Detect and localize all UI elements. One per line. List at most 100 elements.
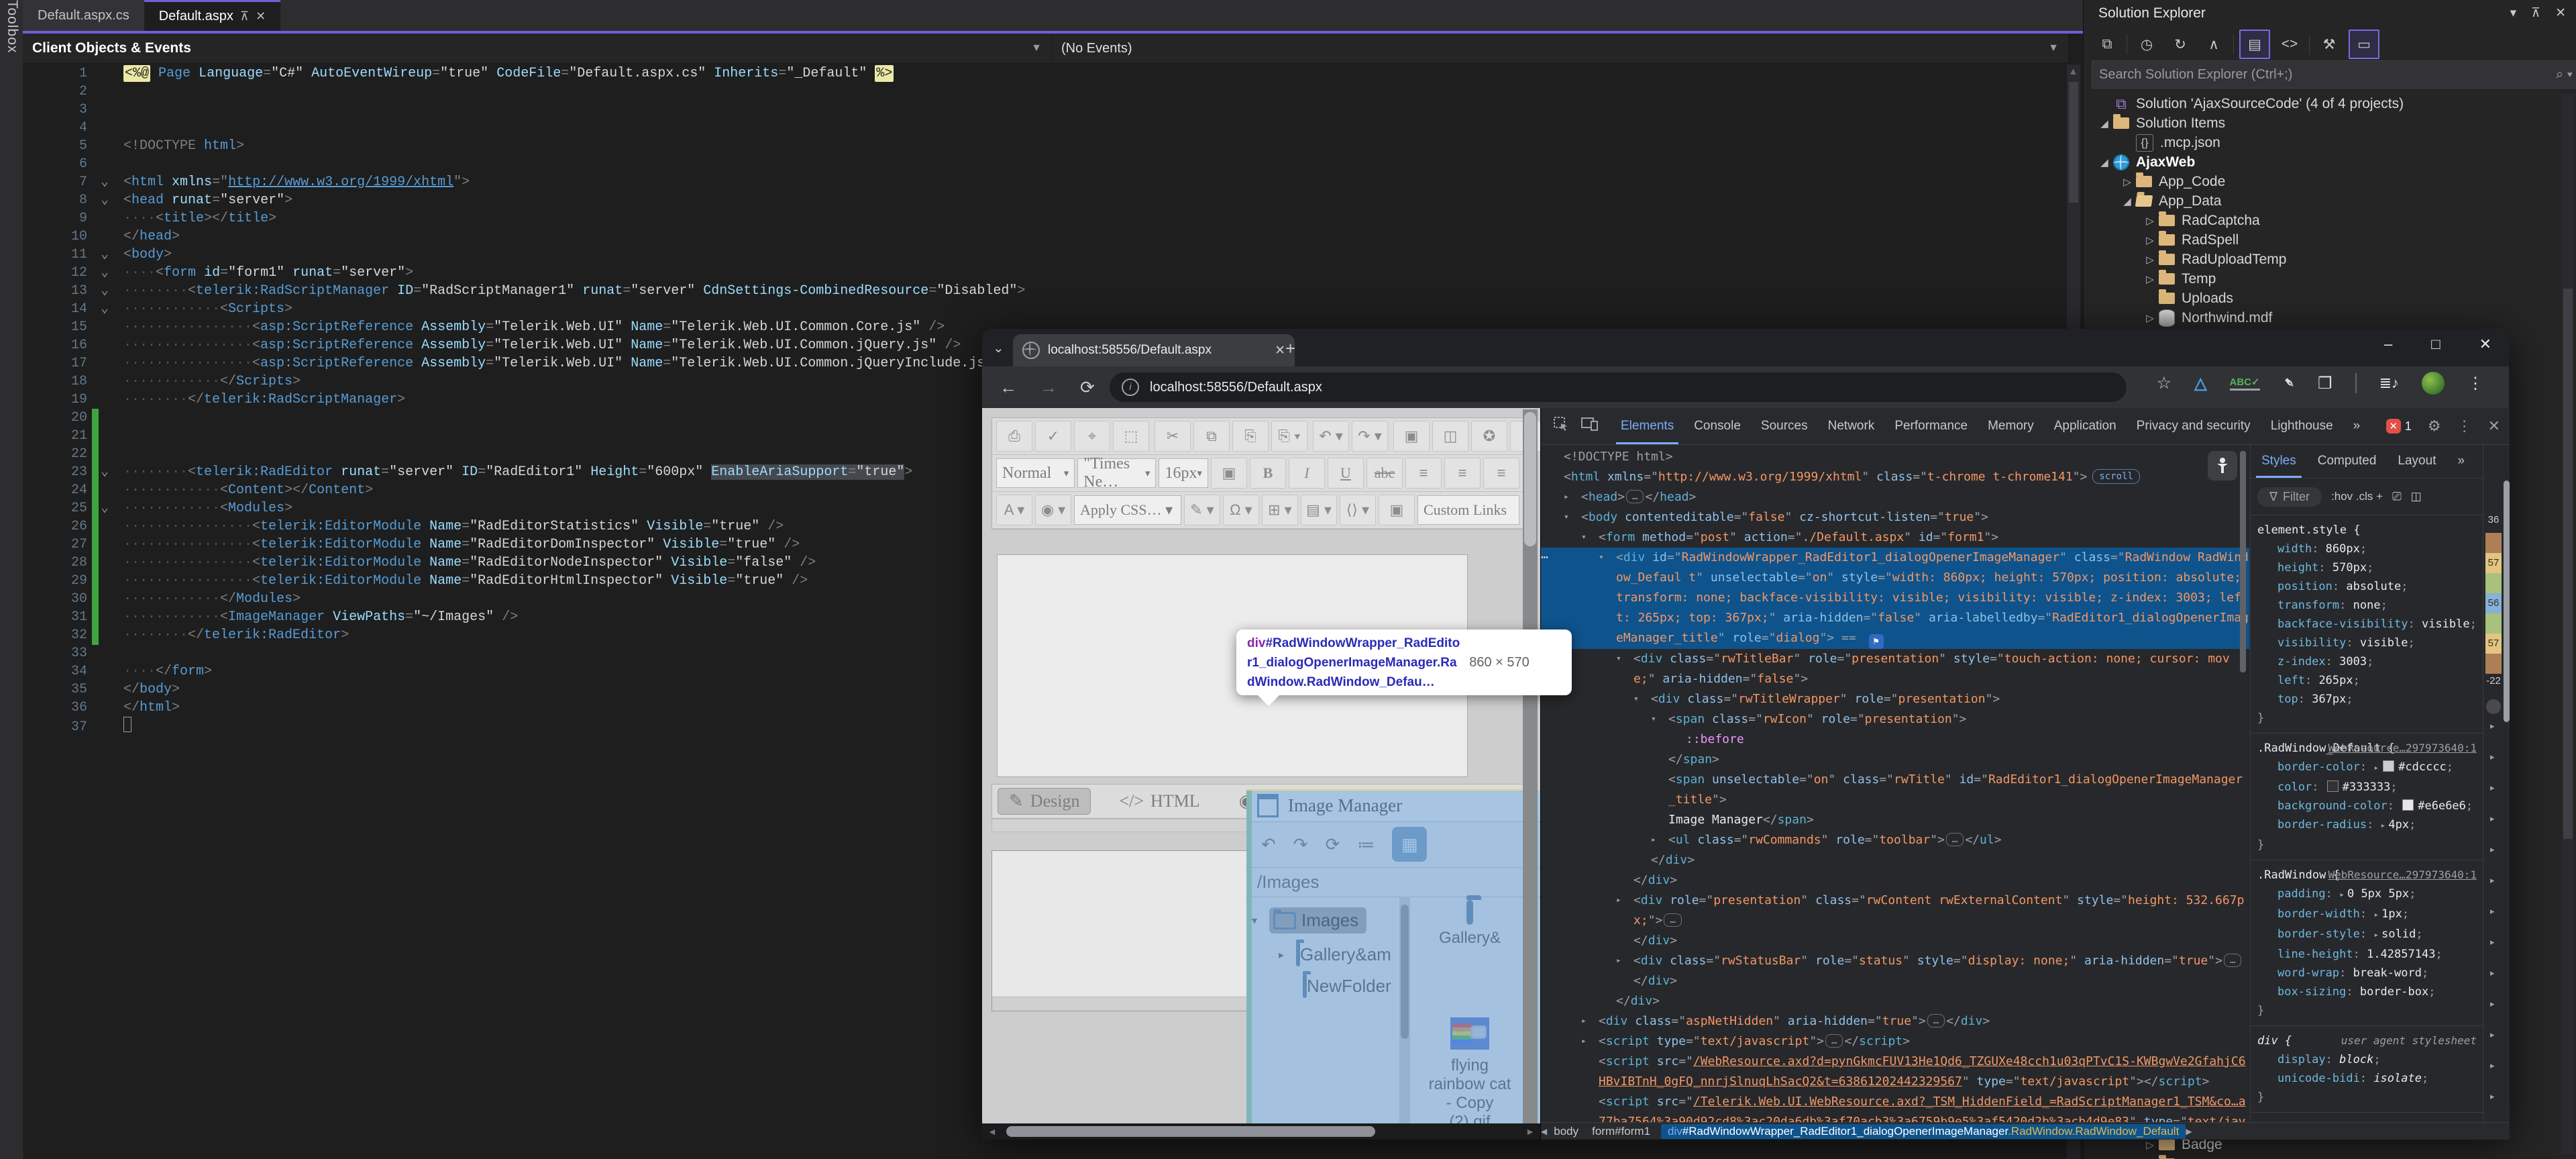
- collapsed-section-expander-icon[interactable]: ▸: [2490, 999, 2495, 1009]
- dom-node[interactable]: ::before: [1541, 729, 2249, 750]
- close-icon[interactable]: ✕: [256, 9, 266, 23]
- maximize-icon[interactable]: □: [2431, 336, 2440, 353]
- collapsed-section-expander-icon[interactable]: ▸: [2490, 844, 2495, 855]
- devtools-tab-privacy-and-security[interactable]: Privacy and security: [2127, 408, 2261, 444]
- vs-tab-Default.aspx[interactable]: Default.aspx⊼✕: [144, 0, 280, 31]
- dom-node[interactable]: ▸<div role="presentation" class="rwConte…: [1541, 891, 2249, 931]
- font-size-dropdown[interactable]: 16px▾: [1159, 458, 1208, 488]
- code-line[interactable]: 7⌄<html xmlns="http://www.w3.org/1999/xh…: [23, 173, 2066, 191]
- devtools-tab-sources[interactable]: Sources: [1751, 408, 1818, 444]
- node-expander-icon[interactable]: ▸: [1581, 1011, 1593, 1031]
- solution-tree-item[interactable]: ⧉Solution 'AjaxSourceCode' (4 of 4 proje…: [2084, 94, 2561, 113]
- dom-node[interactable]: <!DOCTYPE html>: [1541, 447, 2249, 467]
- format-I[interactable]: I: [1289, 458, 1325, 489]
- css-rule[interactable]: element.style {width: 860px;height: 570p…: [2251, 515, 2483, 734]
- node-gutter-handle[interactable]: ⋯: [1541, 548, 1549, 568]
- fold-icon[interactable]: ⌄: [101, 264, 123, 282]
- media-playlist-icon[interactable]: ≣♪: [2379, 374, 2399, 392]
- collapsed-section-expander-icon[interactable]: ▸: [2490, 906, 2495, 917]
- html-mode-button[interactable]: </> HTML: [1108, 789, 1210, 814]
- im-tool-0[interactable]: ↶: [1261, 834, 1276, 855]
- editor-tool-4[interactable]: ✂: [1155, 421, 1191, 452]
- format-abc[interactable]: abc: [1366, 458, 1403, 489]
- node-expander-icon[interactable]: ▾: [1599, 548, 1611, 568]
- code-line[interactable]: 5 <!DOCTYPE html>: [23, 137, 2066, 155]
- solution-toolbar-icon-1[interactable]: ◷: [2133, 31, 2161, 58]
- stylesheet-link[interactable]: WebResource…297973640:1: [2328, 739, 2477, 758]
- format-painter-button[interactable]: ✎ ▾: [1184, 495, 1220, 525]
- dropdown-icon[interactable]: ▾: [2510, 5, 2517, 21]
- fold-icon[interactable]: ⌄: [101, 246, 123, 264]
- color-swatch[interactable]: [2327, 780, 2339, 792]
- solution-tree-item[interactable]: ▷RadCaptcha: [2084, 211, 2561, 230]
- devtools-close-icon[interactable]: ✕: [2488, 417, 2500, 435]
- devtools-tab-application[interactable]: Application: [2044, 408, 2127, 444]
- css-property[interactable]: unicode-bidi: isolate;: [2257, 1069, 2477, 1088]
- devtools-tab-network[interactable]: Network: [1818, 408, 1885, 444]
- editor-tool-2[interactable]: ⌖: [1074, 421, 1110, 452]
- fold-icon[interactable]: ⌄: [101, 191, 123, 209]
- page-vertical-scrollbar[interactable]: [1523, 409, 1538, 1126]
- collapsed-section-expander-icon[interactable]: ▸: [2490, 1060, 2495, 1071]
- align-2[interactable]: ≡: [1483, 458, 1519, 489]
- tree-expander-icon[interactable]: ▾: [1252, 914, 1264, 927]
- expand-icon[interactable]: ▸: [2339, 890, 2345, 900]
- im-file-tile[interactable]: flyingrainbow cat- Copy(2).gif: [1426, 1017, 1513, 1131]
- elements-scrollbar[interactable]: [2239, 447, 2247, 1122]
- scroll-right-icon[interactable]: ►: [1525, 1126, 1535, 1137]
- dom-node[interactable]: ▾<span class="rwIcon" role="presentation…: [1541, 709, 2249, 729]
- collapsed-section-expander-icon[interactable]: ▸: [2490, 1029, 2495, 1040]
- im-tool-2[interactable]: ⟳: [1326, 834, 1340, 855]
- css-property[interactable]: width: 860px;: [2257, 540, 2477, 558]
- crumbs-right-icon[interactable]: ▶: [2186, 1127, 2192, 1136]
- color-swatch[interactable]: [2402, 799, 2414, 811]
- tree-expander-icon[interactable]: ▷: [2141, 254, 2159, 266]
- error-badge[interactable]: ✕1: [2386, 419, 2412, 434]
- custom-links-dropdown[interactable]: Custom Links: [1417, 495, 1519, 525]
- code-line[interactable]: 4: [23, 119, 2066, 137]
- node-expander-icon[interactable]: ▸: [1581, 1031, 1593, 1052]
- im-file-tile[interactable]: Gallery&: [1426, 903, 1513, 948]
- node-expander-icon[interactable]: ▸: [1616, 951, 1628, 971]
- breadcrumb-item[interactable]: form#form1: [1585, 1125, 1657, 1138]
- code-line[interactable]: 3: [23, 101, 2066, 119]
- css-property[interactable]: border-color: ▸#cdcccc;: [2257, 758, 2477, 778]
- spellcheck-extension-icon[interactable]: ABC✓: [2230, 376, 2260, 391]
- collapsed-section-expander-icon[interactable]: ▸: [2490, 813, 2495, 824]
- color-tool-1[interactable]: ◉ ▾: [1035, 495, 1071, 525]
- editor-tool-3[interactable]: ⬚: [1113, 421, 1149, 452]
- elements-tree[interactable]: <!DOCTYPE html><html xmlns="http://www.w…: [1541, 444, 2249, 1125]
- close-icon[interactable]: ✕: [2479, 336, 2491, 353]
- css-property[interactable]: box-sizing: border-box;: [2257, 982, 2477, 1001]
- editor-tool-0[interactable]: ⎙: [996, 421, 1032, 452]
- editor-tool-9[interactable]: ↷ ▾: [1352, 421, 1388, 452]
- apply-css-dropdown[interactable]: Apply CSS… ▾: [1074, 495, 1181, 525]
- profile-avatar[interactable]: [2422, 372, 2445, 395]
- devtools-tab-memory[interactable]: Memory: [1978, 408, 2044, 444]
- search-icon[interactable]: ⌕ ▾: [2556, 67, 2573, 83]
- design-mode-button[interactable]: ✎ Design: [998, 788, 1091, 815]
- css-property[interactable]: transform: none;: [2257, 596, 2477, 615]
- browser-tab[interactable]: localhost:58556/Default.aspx ✕: [1013, 334, 1295, 366]
- reload-icon[interactable]: ⟳: [1080, 377, 1095, 398]
- paragraph-style-dropdown[interactable]: Normal▾: [996, 458, 1075, 488]
- css-rules[interactable]: element.style {width: 860px;height: 570p…: [2251, 515, 2483, 1113]
- editor-tool-8[interactable]: ↶ ▾: [1313, 421, 1349, 452]
- tree-expander-icon[interactable]: ◢: [2096, 117, 2113, 130]
- solution-search-input[interactable]: Search Solution Explorer (Ctrl+;) ⌕ ▾: [2092, 60, 2576, 89]
- dom-node[interactable]: Image Manager</span>: [1541, 810, 2249, 830]
- collapsed-section-expander-icon[interactable]: ▸: [2490, 752, 2495, 762]
- pen-extension-icon[interactable]: ✒: [2278, 372, 2299, 393]
- editor-tool-7[interactable]: ⎘ ▾: [1271, 421, 1307, 452]
- collapsed-section-expander-icon[interactable]: ▸: [2490, 875, 2495, 886]
- node-expander-icon[interactable]: ▾: [1564, 507, 1576, 527]
- back-icon[interactable]: ←: [1000, 377, 1017, 398]
- color-swatch[interactable]: [2383, 760, 2394, 772]
- css-property[interactable]: border-style: ▸solid;: [2257, 925, 2477, 945]
- breadcrumb-item[interactable]: body: [1547, 1125, 1585, 1138]
- css-property[interactable]: visibility: visible;: [2257, 634, 2477, 652]
- solution-toolbar-icon-2[interactable]: ↻: [2166, 31, 2194, 58]
- bookmark-star-icon[interactable]: ☆: [2157, 373, 2171, 393]
- collapsed-section-expander-icon[interactable]: ▸: [2490, 1091, 2495, 1102]
- dom-node[interactable]: </div>: [1541, 870, 2249, 891]
